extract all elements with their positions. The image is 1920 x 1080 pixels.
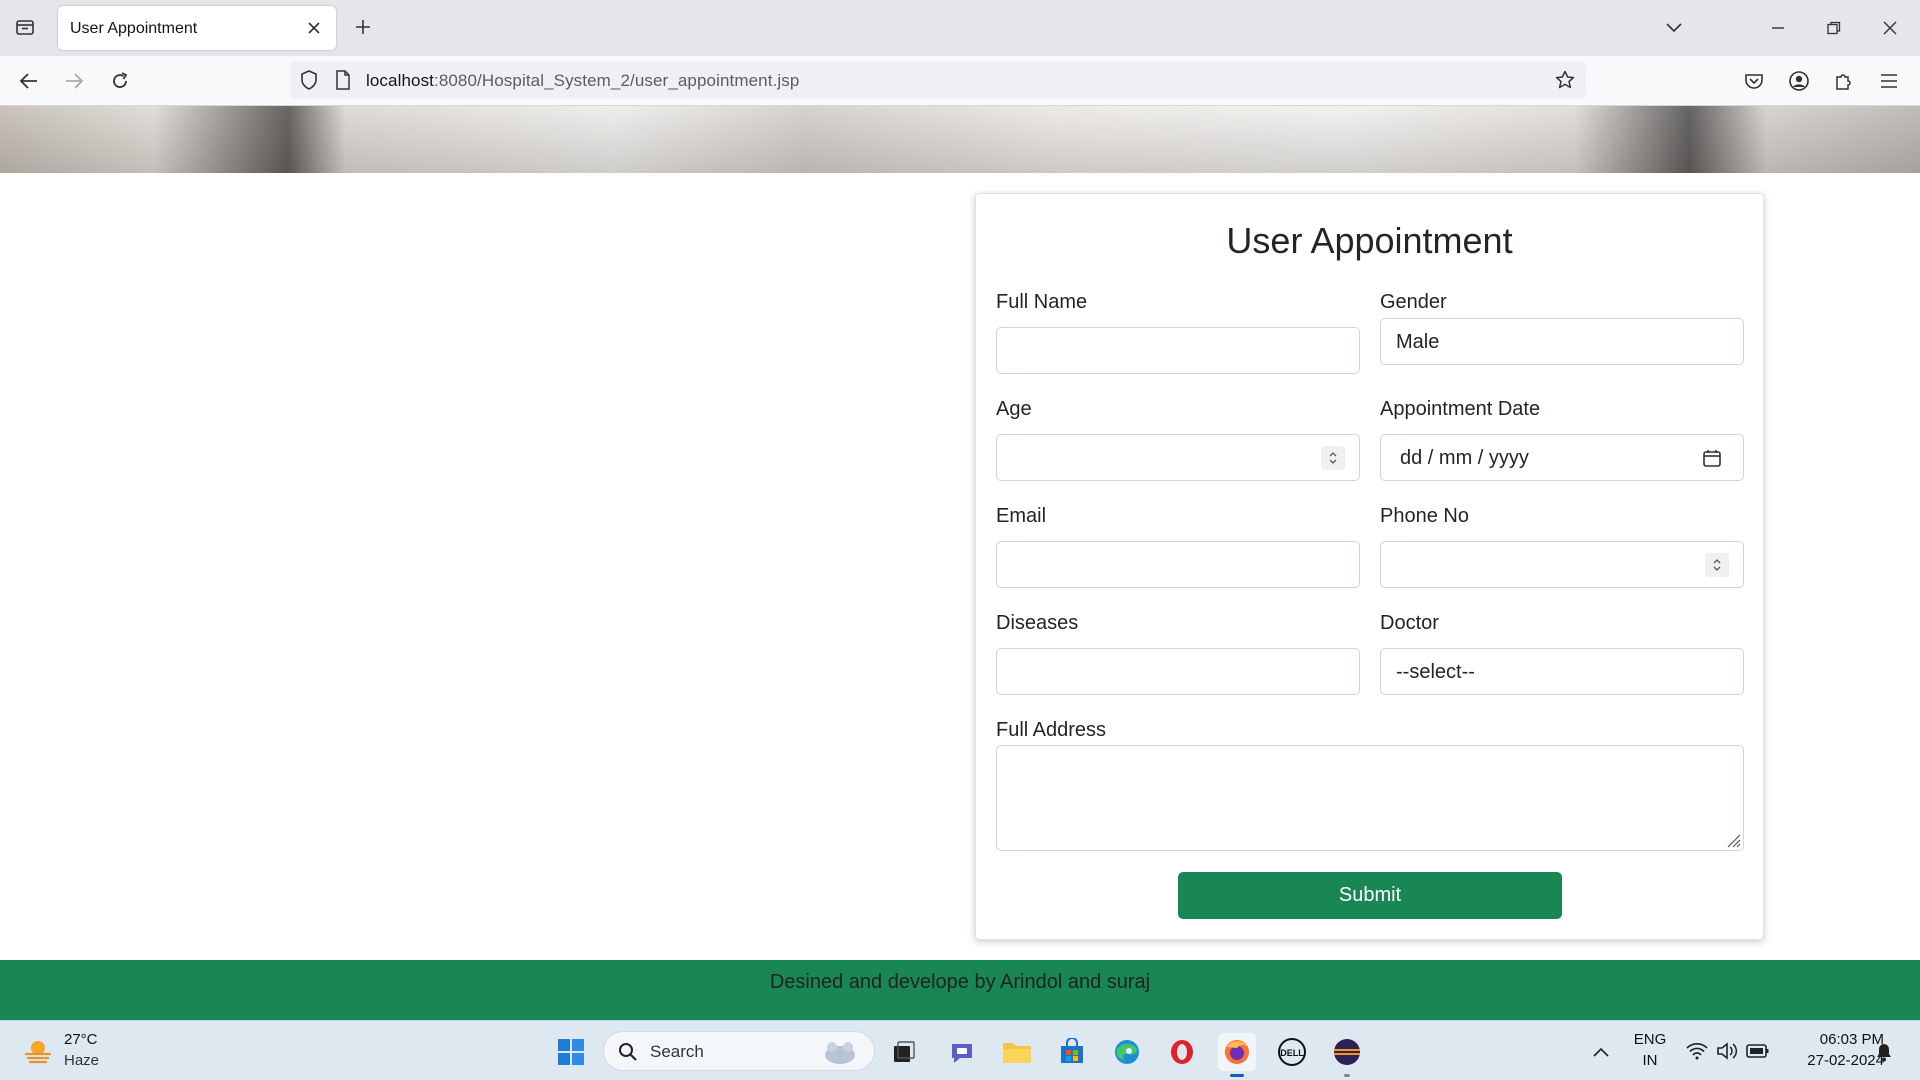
task-view-icon[interactable] (885, 1033, 923, 1071)
address-textarea[interactable] (996, 745, 1744, 851)
microsoft-store-icon[interactable] (1053, 1033, 1091, 1071)
active-app-indicator (1230, 1074, 1244, 1077)
age-spinner-icon[interactable] (1321, 446, 1345, 470)
full-name-input[interactable] (996, 327, 1360, 374)
gender-select[interactable]: Male (1380, 318, 1744, 365)
weather-temp: 27°C (64, 1031, 98, 1048)
taskbar-search-box[interactable]: Search (603, 1031, 875, 1071)
language-code[interactable]: ENG (1630, 1031, 1670, 1048)
age-input[interactable] (996, 434, 1360, 481)
bookmark-star-icon[interactable] (1552, 67, 1578, 93)
windows-start-icon[interactable] (552, 1033, 590, 1071)
url-bar[interactable]: localhost:8080/Hospital_System_2/user_ap… (290, 61, 1586, 99)
clock-time[interactable]: 06:03 PM (1784, 1031, 1884, 1048)
page-info-icon[interactable] (330, 67, 356, 93)
extensions-icon[interactable] (1827, 64, 1861, 98)
browser-tab-bar: User Appointment (0, 0, 1920, 56)
hero-shade (0, 106, 1920, 173)
appointment-form-card: User Appointment Full Name Gender Male A… (975, 193, 1764, 940)
close-window-icon[interactable] (1870, 8, 1910, 48)
firefox-browser-icon[interactable] (1218, 1033, 1256, 1077)
email-input[interactable] (996, 541, 1360, 588)
wifi-icon[interactable] (1686, 1042, 1708, 1060)
taskbar: 27°C Haze Search DELL ENG IN 06:03 PM 27… (0, 1020, 1920, 1080)
calendar-icon[interactable] (1699, 445, 1725, 471)
resize-handle-icon[interactable] (1725, 832, 1741, 848)
gender-label: Gender (1380, 291, 1447, 313)
forward-icon[interactable] (57, 64, 91, 98)
menu-icon[interactable] (1872, 64, 1906, 98)
email-label: Email (996, 505, 1047, 527)
page-footer: Desined and develope by Arindol and sura… (0, 960, 1920, 1020)
form-title: User Appointment (1226, 220, 1513, 261)
clock-date: 27-02-2024 (1807, 1052, 1884, 1069)
dell-app-icon[interactable]: DELL (1273, 1033, 1311, 1071)
address-label: Full Address (996, 719, 1107, 741)
appointment-date-input[interactable]: dd / mm / yyyy (1380, 434, 1744, 481)
submit-button[interactable]: Submit (1178, 872, 1562, 919)
volume-icon[interactable] (1716, 1041, 1738, 1061)
age-label: Age (996, 398, 1032, 420)
weather-haze-icon[interactable] (22, 1035, 54, 1067)
teams-chat-icon[interactable] (943, 1033, 981, 1071)
appointment-date-placeholder: dd / mm / yyyy (1400, 447, 1529, 469)
diseases-label: Diseases (996, 612, 1079, 634)
notification-bell-icon[interactable] (1875, 1042, 1893, 1062)
search-label: Search (650, 1042, 704, 1061)
show-hidden-icons-icon[interactable] (1582, 1033, 1620, 1071)
list-all-tabs-icon[interactable] (1654, 8, 1694, 48)
full-name-label: Full Name (996, 291, 1088, 313)
battery-icon[interactable] (1746, 1043, 1770, 1059)
doctor-value: --select-- (1396, 661, 1475, 683)
svg-text:DELL: DELL (1280, 1048, 1304, 1058)
tab-user-appointment[interactable]: User Appointment (58, 6, 336, 50)
region-code: IN (1642, 1052, 1658, 1069)
shield-icon[interactable] (296, 67, 322, 93)
phone-label: Phone No (1380, 505, 1469, 527)
footer-credit-text: Desined and develope by Arindol and sura… (769, 971, 1151, 993)
url-host: localhost (366, 71, 434, 90)
pocket-icon[interactable] (1737, 64, 1771, 98)
close-tab-icon[interactable] (302, 16, 326, 40)
eclipse-ide-icon[interactable] (1328, 1033, 1366, 1077)
reload-icon[interactable] (103, 64, 137, 98)
new-tab-icon[interactable] (348, 12, 378, 42)
url-path: :8080/Hospital_System_2/user_appointment… (434, 71, 800, 90)
browser-nav-bar: localhost:8080/Hospital_System_2/user_ap… (0, 56, 1920, 106)
hero-banner-image (0, 106, 1920, 173)
opera-browser-icon[interactable] (1163, 1033, 1201, 1071)
diseases-input[interactable] (996, 648, 1360, 695)
doctor-select[interactable]: --select-- (1380, 648, 1744, 695)
phone-input[interactable] (1380, 541, 1744, 588)
edge-browser-icon[interactable] (1108, 1033, 1146, 1071)
appointment-date-label: Appointment Date (1380, 398, 1541, 420)
url-text[interactable]: localhost:8080/Hospital_System_2/user_ap… (366, 71, 799, 91)
doctor-label: Doctor (1380, 612, 1439, 634)
back-icon[interactable] (12, 64, 46, 98)
minimize-icon[interactable] (1758, 8, 1798, 48)
phone-spinner-icon[interactable] (1705, 553, 1729, 577)
running-app-indicator (1344, 1074, 1350, 1077)
account-icon[interactable] (1782, 64, 1816, 98)
search-icon (619, 1043, 637, 1061)
restore-icon[interactable] (1814, 8, 1854, 48)
tab-title: User Appointment (70, 20, 198, 37)
file-explorer-icon[interactable] (998, 1033, 1036, 1071)
gender-value: Male (1396, 331, 1440, 353)
search-highlight-icon (825, 1042, 855, 1064)
tab-list-icon[interactable] (8, 10, 42, 44)
weather-desc: Haze (64, 1052, 100, 1069)
